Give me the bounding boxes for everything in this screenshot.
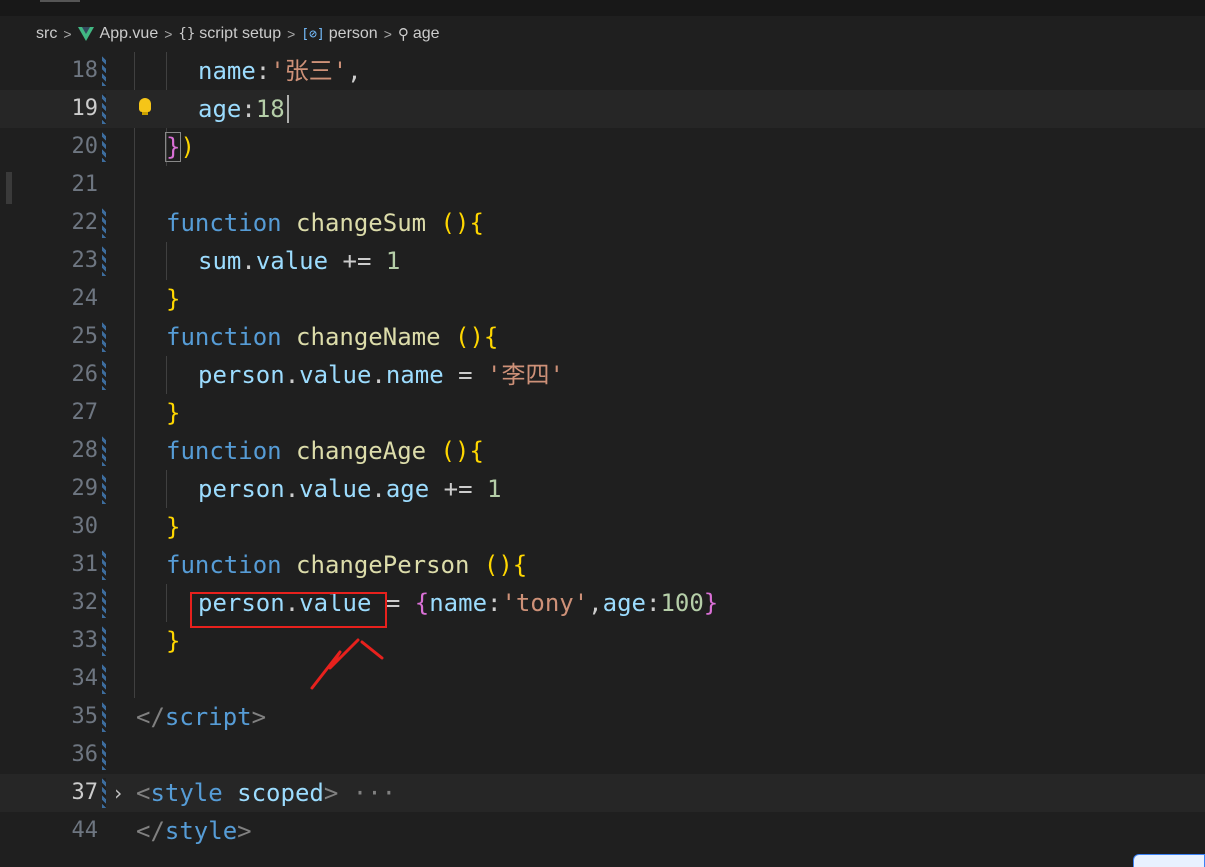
modified-gutter-mark — [102, 360, 106, 390]
chevron-right-icon: > — [63, 26, 72, 42]
code-text: function changeAge (){ — [166, 437, 484, 465]
line-number: 25 — [71, 324, 99, 349]
modified-gutter-mark — [102, 436, 106, 466]
code-text: } — [166, 399, 181, 427]
breadcrumb-src[interactable]: src — [36, 25, 57, 43]
modified-gutter-mark — [102, 246, 106, 276]
breadcrumb-file[interactable]: App.vue — [100, 25, 159, 43]
modified-gutter-mark — [102, 664, 106, 694]
modified-gutter-mark — [102, 132, 106, 162]
line-number: 27 — [71, 400, 99, 425]
code-line-23[interactable]: 23 sum.value += 1 — [0, 242, 1205, 280]
breadcrumb-section[interactable]: script setup — [199, 25, 281, 43]
line-number: 37 — [71, 780, 99, 805]
line-number: 24 — [71, 286, 99, 311]
annotation-arrow — [310, 638, 384, 690]
line-number: 30 — [71, 514, 99, 539]
breadcrumb-property[interactable]: age — [413, 25, 440, 43]
code-line-30[interactable]: 30 } — [0, 508, 1205, 546]
modified-gutter-mark — [102, 588, 106, 618]
code-line-31[interactable]: 31 function changePerson (){ — [0, 546, 1205, 584]
line-number: 21 — [71, 172, 99, 197]
line-number: 23 — [71, 248, 99, 273]
code-line-21[interactable]: 21 — [0, 166, 1205, 204]
code-line-27[interactable]: 27 } — [0, 394, 1205, 432]
code-text: </script> — [136, 703, 267, 731]
braces-icon: {} — [178, 26, 196, 42]
code-text: } — [166, 513, 181, 541]
line-number: 20 — [71, 134, 99, 159]
chevron-right-icon[interactable]: › — [112, 774, 124, 812]
breadcrumb-variable[interactable]: person — [329, 25, 378, 43]
folded-ellipsis: ··· — [352, 779, 397, 807]
line-number: 28 — [71, 438, 99, 463]
code-line-18[interactable]: 18 name:'张三', — [0, 52, 1205, 90]
lightbulb-icon[interactable] — [139, 98, 151, 115]
code-text: } — [166, 285, 181, 313]
code-line-28[interactable]: 28 function changeAge (){ — [0, 432, 1205, 470]
code-line-35[interactable]: 35 </script> — [0, 698, 1205, 736]
code-line-20[interactable]: 20 }) — [0, 128, 1205, 166]
breadcrumb: src > App.vue > {} script setup > [⊘] pe… — [0, 16, 1205, 52]
modified-gutter-mark — [102, 56, 106, 86]
code-line-22[interactable]: 22 function changeSum (){ — [0, 204, 1205, 242]
code-line-32[interactable]: 32 person.value = {name:'tony',age:100} — [0, 584, 1205, 622]
code-text: function changeSum (){ — [166, 209, 484, 237]
line-number: 31 — [71, 552, 99, 577]
code-line-26[interactable]: 26 person.value.name = '李四' — [0, 356, 1205, 394]
code-text: name:'张三', — [198, 57, 362, 85]
modified-gutter-mark — [102, 778, 106, 808]
code-text: person.value.name = '李四' — [198, 361, 564, 389]
code-editor[interactable]: 18 name:'张三', 19 age:18 20 }) 21 22 func… — [0, 52, 1205, 867]
line-number: 36 — [71, 742, 99, 767]
annotation-highlight-box — [190, 592, 387, 628]
wrench-icon: ⚲ — [397, 26, 409, 43]
line-number: 34 — [71, 666, 99, 691]
line-number: 18 — [71, 58, 99, 83]
code-text: age:18 — [198, 95, 285, 123]
line-number: 33 — [71, 628, 99, 653]
code-line-25[interactable]: 25 function changeName (){ — [0, 318, 1205, 356]
code-text: } — [166, 627, 181, 655]
line-number: 19 — [71, 96, 99, 121]
code-line-36[interactable]: 36 — [0, 736, 1205, 774]
line-number: 44 — [71, 818, 99, 843]
line-number: 26 — [71, 362, 99, 387]
line-number: 29 — [71, 476, 99, 501]
title-strip — [0, 0, 1205, 16]
code-text: function changeName (){ — [166, 323, 499, 351]
code-line-44[interactable]: 44 </style> — [0, 812, 1205, 850]
corner-widget[interactable] — [1133, 854, 1205, 867]
line-number: 35 — [71, 704, 99, 729]
line-number: 22 — [71, 210, 99, 235]
modified-gutter-mark — [102, 322, 106, 352]
code-line-24[interactable]: 24 } — [0, 280, 1205, 318]
modified-gutter-mark — [102, 740, 106, 770]
code-text: sum.value += 1 — [198, 247, 401, 275]
code-line-34[interactable]: 34 — [0, 660, 1205, 698]
code-text: </style> — [136, 817, 252, 845]
code-line-33[interactable]: 33 } — [0, 622, 1205, 660]
modified-gutter-mark — [102, 626, 106, 656]
chevron-right-icon: > — [383, 26, 392, 42]
chevron-right-icon: > — [164, 26, 173, 42]
code-text: <style scoped> ··· — [136, 779, 397, 807]
modified-gutter-mark — [102, 702, 106, 732]
chevron-right-icon: > — [287, 26, 296, 42]
code-line-29[interactable]: 29 person.value.age += 1 — [0, 470, 1205, 508]
modified-gutter-mark — [102, 474, 106, 504]
modified-gutter-mark — [102, 208, 106, 238]
symbol-variable-icon: [⊘] — [301, 26, 325, 42]
code-text: function changePerson (){ — [166, 551, 528, 579]
tab-remnant — [40, 0, 80, 8]
code-text: }) — [164, 132, 195, 162]
line-number: 32 — [71, 590, 99, 615]
modified-gutter-mark — [102, 94, 106, 124]
modified-gutter-mark — [102, 550, 106, 580]
text-cursor — [287, 95, 289, 123]
code-text: person.value.age += 1 — [198, 475, 502, 503]
vue-logo-icon — [77, 27, 94, 41]
code-line-37[interactable]: 37 › <style scoped> ··· — [0, 774, 1205, 812]
code-line-19[interactable]: 19 age:18 — [0, 90, 1205, 128]
